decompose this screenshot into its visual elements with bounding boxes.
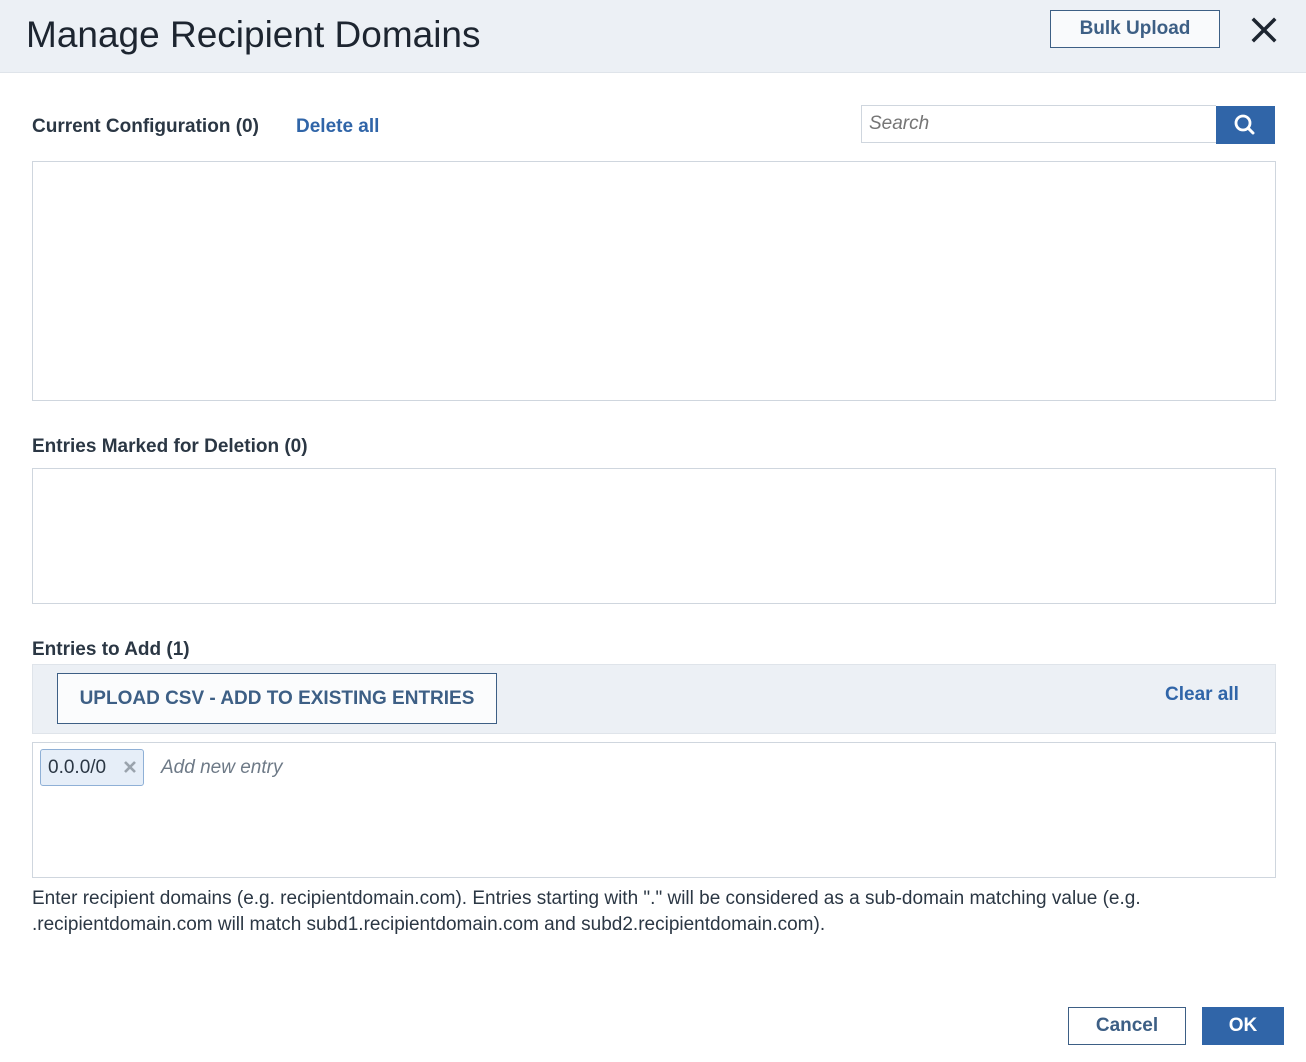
current-configuration-list <box>32 161 1276 401</box>
remove-entry-button[interactable] <box>123 760 137 774</box>
search-button[interactable] <box>1216 106 1275 144</box>
entries-to-add-label: Entries to Add (1) <box>32 639 190 660</box>
upload-csv-button[interactable]: UPLOAD CSV - ADD TO EXISTING ENTRIES <box>57 673 497 724</box>
current-configuration-label: Current Configuration (0) <box>32 116 259 137</box>
help-text: Enter recipient domains (e.g. recipientd… <box>32 888 1141 935</box>
close-button[interactable] <box>1248 14 1280 46</box>
clear-all-link[interactable]: Clear all <box>1165 684 1239 706</box>
entry-chip-label: 0.0.0/0 <box>48 757 107 778</box>
marked-for-deletion-label: Entries Marked for Deletion (0) <box>32 436 308 457</box>
close-icon <box>1251 17 1277 43</box>
delete-all-link[interactable]: Delete all <box>296 116 379 138</box>
dialog-header: Manage Recipient Domains Bulk Upload <box>0 0 1306 73</box>
ok-button[interactable]: OK <box>1202 1007 1284 1045</box>
dialog-title: Manage Recipient Domains <box>26 14 481 55</box>
search-icon <box>1234 114 1255 135</box>
remove-icon <box>124 761 136 773</box>
entry-chip: 0.0.0/0 <box>40 749 144 786</box>
cancel-button[interactable]: Cancel <box>1068 1007 1186 1045</box>
marked-for-deletion-list <box>32 468 1276 604</box>
bulk-upload-button[interactable]: Bulk Upload <box>1050 10 1220 48</box>
search-input[interactable] <box>861 105 1216 143</box>
new-entry-input[interactable]: Add new entry <box>161 757 282 779</box>
